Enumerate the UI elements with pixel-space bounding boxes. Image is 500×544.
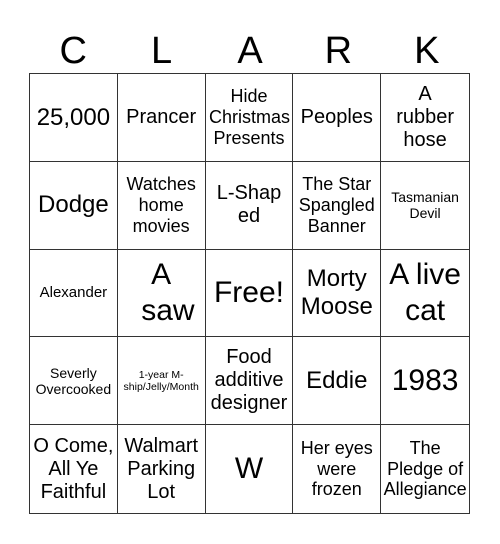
cell-text: O Come, All Ye Faithful: [33, 434, 114, 503]
bingo-cell[interactable]: Hide Christmas Presents: [205, 74, 294, 162]
bingo-cell[interactable]: Eddie: [293, 337, 382, 426]
bingo-cell[interactable]: Walmart Parking Lot: [118, 425, 206, 513]
bingo-cell[interactable]: The Star Spangled Banner: [293, 161, 382, 250]
cell-text: A live cat: [389, 257, 461, 327]
bingo-header: C L A R K: [29, 28, 471, 73]
bingo-cell[interactable]: Watches home movies: [117, 161, 206, 250]
bingo-cell[interactable]: Tasmanian Devil: [381, 162, 469, 250]
bingo-cell[interactable]: Severly Overcooked: [30, 337, 118, 426]
cell-text: Free!: [213, 275, 284, 309]
bingo-cell[interactable]: Alexander: [30, 249, 118, 338]
bingo-cell[interactable]: Peoples: [293, 74, 382, 162]
bingo-cell[interactable]: 25,000: [30, 74, 118, 162]
cell-text: W: [234, 452, 264, 486]
bingo-cell[interactable]: A live cat: [381, 250, 469, 338]
cell-text: The Pledge of Allegiance: [383, 438, 467, 500]
bingo-cell[interactable]: Her eyes were frozen: [293, 425, 382, 513]
cell-text: Eddie: [306, 366, 368, 394]
bingo-cell[interactable]: Morty Moose: [293, 249, 382, 338]
free-space[interactable]: Free!: [205, 249, 294, 338]
cell-text: Dodge: [38, 191, 109, 219]
header-letter-c: C: [59, 29, 87, 72]
header-letter-a: A: [237, 29, 263, 72]
cell-text: Peoples: [300, 105, 373, 128]
cell-text: Watches home movies: [126, 174, 196, 236]
bingo-cell[interactable]: A saw: [117, 249, 206, 338]
cell-text: 1983: [391, 363, 459, 397]
bingo-cell[interactable]: Food additive designer: [205, 337, 294, 426]
cell-text: L-Shaped: [216, 182, 282, 228]
bingo-cell[interactable]: O Come, All Ye Faithful: [30, 425, 118, 513]
cell-text: Hide Christmas Presents: [208, 86, 290, 148]
bingo-cell[interactable]: 1-year M-ship/Jelly/Month: [117, 337, 206, 426]
cell-text: A rubber hose: [396, 82, 454, 151]
cell-text: 25,000: [36, 103, 111, 131]
header-letter-k: K: [414, 29, 440, 72]
cell-text: The Star Spangled Banner: [298, 174, 375, 236]
bingo-cell[interactable]: A rubber hose: [381, 74, 469, 162]
cell-text: Prancer: [126, 105, 197, 128]
bingo-cell[interactable]: L-Shaped: [205, 161, 294, 250]
cell-text: Food additive designer: [210, 346, 288, 415]
header-letter-l: L: [151, 29, 173, 72]
cell-text: Her eyes were frozen: [300, 438, 373, 500]
bingo-cell[interactable]: Prancer: [117, 74, 206, 162]
cell-text: 1-year M-ship/Jelly/Month: [123, 368, 199, 393]
bingo-cell[interactable]: 1983: [381, 337, 469, 426]
cell-text: A saw: [141, 257, 195, 327]
cell-text: Morty Moose: [300, 265, 373, 320]
header-letter-r: R: [324, 29, 353, 72]
bingo-grid: 25,000 Prancer Hide Christmas Presents P…: [29, 73, 470, 514]
cell-text: Severly Overcooked: [35, 364, 112, 397]
cell-text: Tasmanian Devil: [391, 189, 459, 222]
cell-text: Walmart Parking Lot: [124, 434, 199, 503]
bingo-cell[interactable]: Dodge: [30, 161, 118, 250]
bingo-cell[interactable]: The Pledge of Allegiance: [381, 425, 469, 513]
bingo-cell[interactable]: W: [206, 425, 294, 513]
cell-text: Alexander: [39, 284, 108, 302]
